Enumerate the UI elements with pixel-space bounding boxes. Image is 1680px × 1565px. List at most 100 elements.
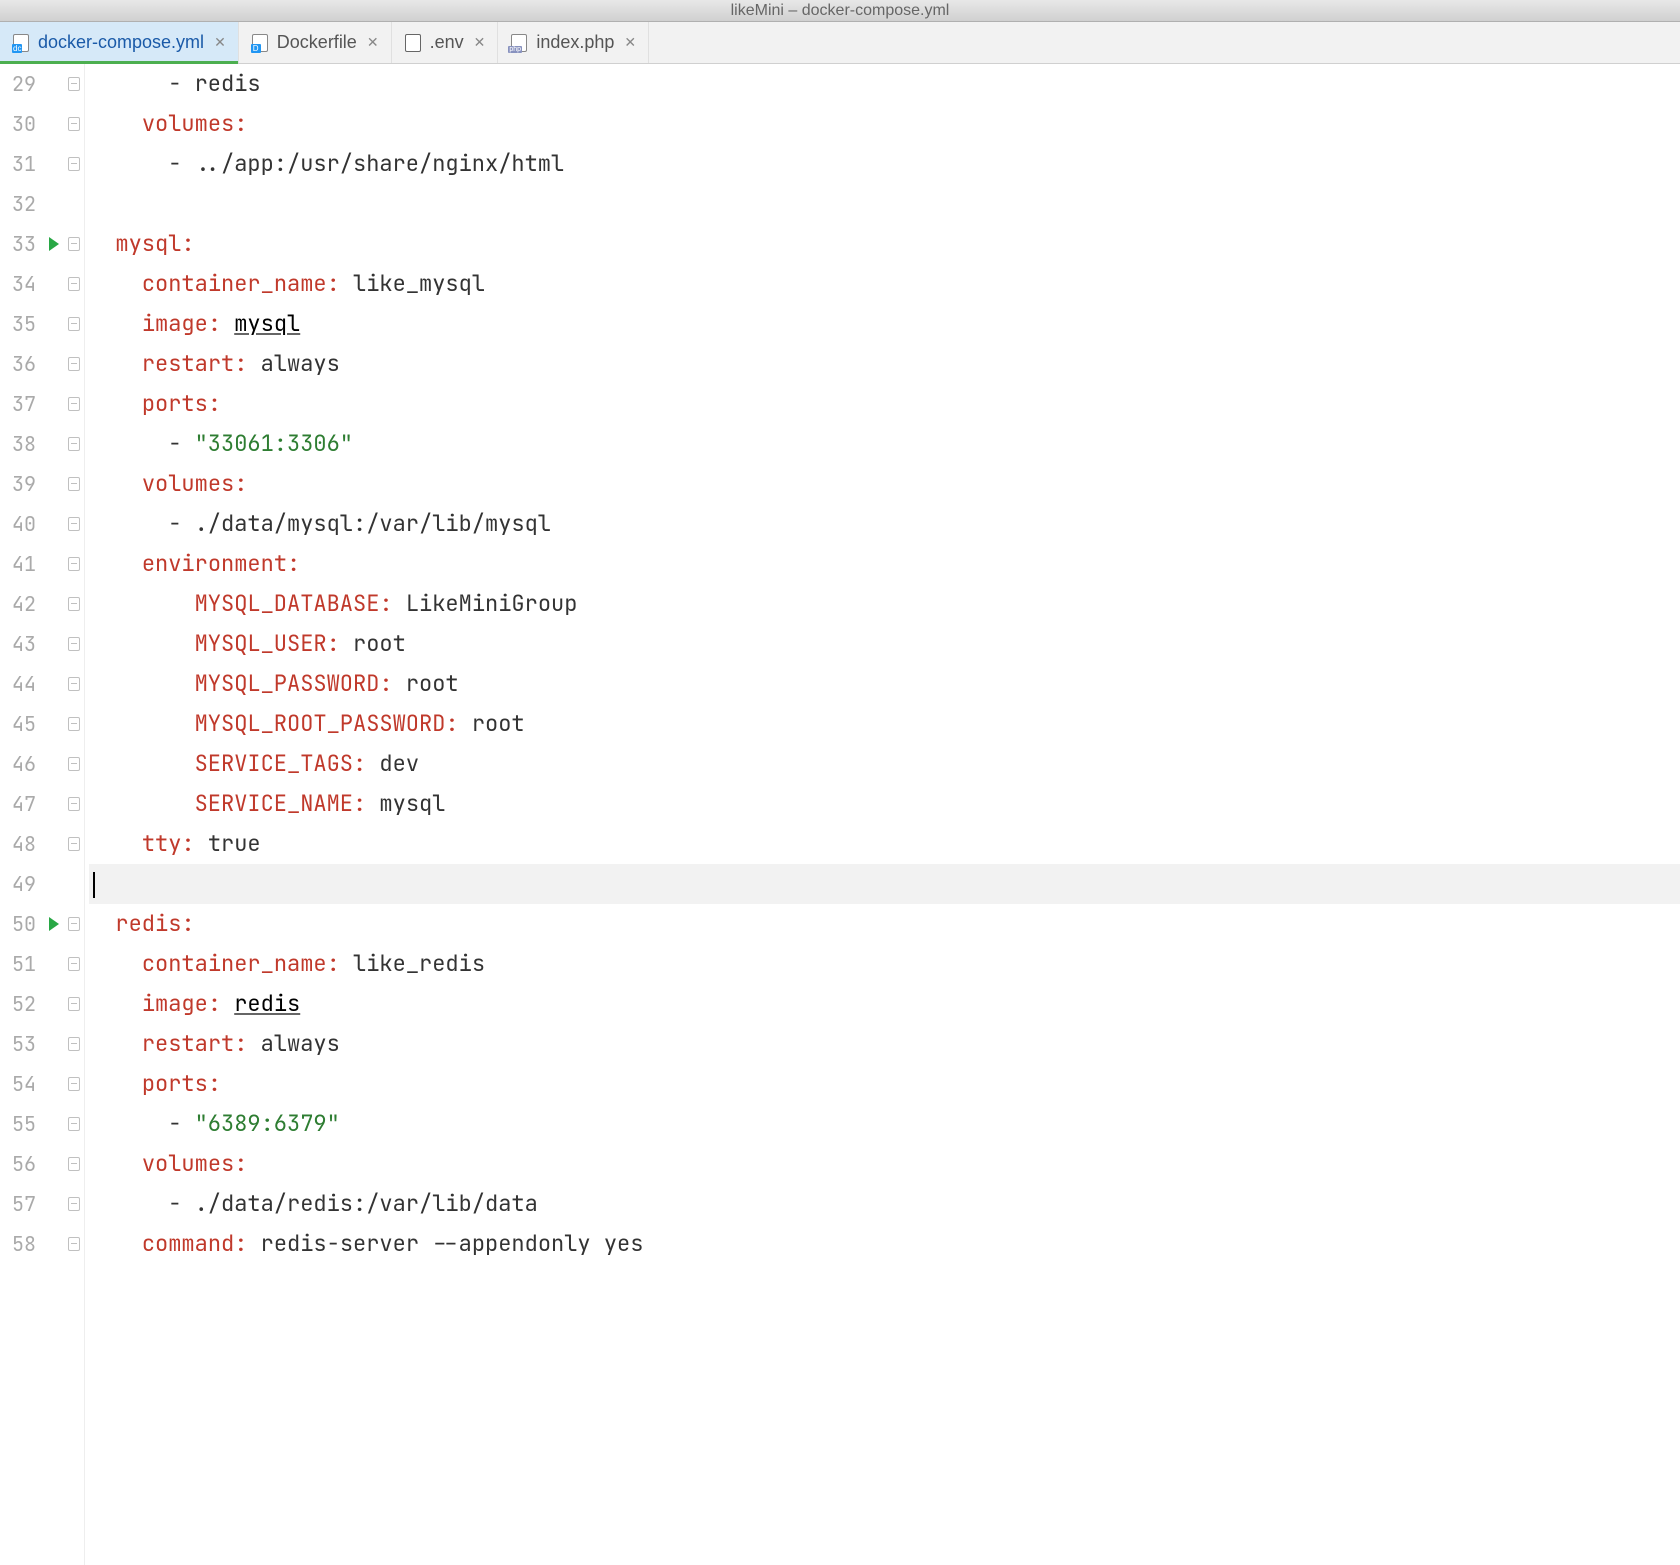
- close-icon[interactable]: ✕: [472, 34, 488, 51]
- fold-icon[interactable]: [68, 1237, 80, 1251]
- fold-gutter[interactable]: [64, 997, 84, 1011]
- code-line[interactable]: ports:: [89, 1064, 1680, 1104]
- fold-icon[interactable]: [68, 277, 80, 291]
- fold-gutter[interactable]: [64, 237, 84, 251]
- code-line[interactable]: environment:: [89, 544, 1680, 584]
- code-line[interactable]: volumes:: [89, 104, 1680, 144]
- code-line[interactable]: SERVICE_TAGS: dev: [89, 744, 1680, 784]
- code-line[interactable]: SERVICE_NAME: mysql: [89, 784, 1680, 824]
- fold-gutter[interactable]: [64, 437, 84, 451]
- code-line[interactable]: command: redis-server --appendonly yes: [89, 1224, 1680, 1264]
- fold-gutter[interactable]: [64, 477, 84, 491]
- fold-gutter[interactable]: [64, 597, 84, 611]
- fold-icon[interactable]: [68, 477, 80, 491]
- code-line[interactable]: MYSQL_ROOT_PASSWORD: root: [89, 704, 1680, 744]
- fold-gutter[interactable]: [64, 317, 84, 331]
- code-line[interactable]: [89, 184, 1680, 224]
- code-line[interactable]: - ../app:/usr/share/nginx/html: [89, 144, 1680, 184]
- fold-icon[interactable]: [68, 1157, 80, 1171]
- code-line[interactable]: tty: true: [89, 824, 1680, 864]
- code-line[interactable]: ports:: [89, 384, 1680, 424]
- fold-gutter[interactable]: [64, 1037, 84, 1051]
- fold-icon[interactable]: [68, 397, 80, 411]
- tab-dockerfile[interactable]: Dockerfile✕: [239, 22, 392, 63]
- fold-gutter[interactable]: [64, 397, 84, 411]
- fold-gutter[interactable]: [64, 1237, 84, 1251]
- fold-gutter[interactable]: [64, 797, 84, 811]
- fold-gutter[interactable]: [64, 157, 84, 171]
- fold-icon[interactable]: [68, 237, 80, 251]
- fold-icon[interactable]: [68, 917, 80, 931]
- code-line[interactable]: redis:: [89, 904, 1680, 944]
- run-icon[interactable]: [49, 917, 59, 931]
- code-line[interactable]: image: redis: [89, 984, 1680, 1024]
- fold-gutter[interactable]: [64, 1197, 84, 1211]
- fold-icon[interactable]: [68, 677, 80, 691]
- fold-icon[interactable]: [68, 317, 80, 331]
- code-line[interactable]: restart: always: [89, 344, 1680, 384]
- fold-icon[interactable]: [68, 1077, 80, 1091]
- code-area[interactable]: - redis volumes: - ../app:/usr/share/ngi…: [85, 64, 1680, 1565]
- fold-gutter[interactable]: [64, 557, 84, 571]
- fold-gutter[interactable]: [64, 357, 84, 371]
- code-line[interactable]: - ./data/mysql:/var/lib/mysql: [89, 504, 1680, 544]
- fold-gutter[interactable]: [64, 917, 84, 931]
- code-line[interactable]: mysql:: [89, 224, 1680, 264]
- tab--env[interactable]: .env✕: [392, 22, 499, 63]
- close-icon[interactable]: ✕: [365, 34, 381, 51]
- code-line[interactable]: image: mysql: [89, 304, 1680, 344]
- code-line[interactable]: MYSQL_PASSWORD: root: [89, 664, 1680, 704]
- fold-icon[interactable]: [68, 597, 80, 611]
- fold-gutter[interactable]: [64, 1077, 84, 1091]
- code-line[interactable]: MYSQL_DATABASE: LikeMiniGroup: [89, 584, 1680, 624]
- fold-icon[interactable]: [68, 757, 80, 771]
- fold-icon[interactable]: [68, 1037, 80, 1051]
- fold-gutter[interactable]: [64, 1157, 84, 1171]
- tab-docker-compose-yml[interactable]: docker-compose.yml✕: [0, 22, 239, 63]
- fold-icon[interactable]: [68, 157, 80, 171]
- fold-icon[interactable]: [68, 997, 80, 1011]
- code-line[interactable]: volumes:: [89, 464, 1680, 504]
- fold-icon[interactable]: [68, 1117, 80, 1131]
- code-line[interactable]: - ./data/redis:/var/lib/data: [89, 1184, 1680, 1224]
- fold-gutter[interactable]: [64, 277, 84, 291]
- fold-icon[interactable]: [68, 437, 80, 451]
- code-line[interactable]: MYSQL_USER: root: [89, 624, 1680, 664]
- fold-gutter[interactable]: [64, 717, 84, 731]
- fold-icon[interactable]: [68, 117, 80, 131]
- code-line[interactable]: restart: always: [89, 1024, 1680, 1064]
- fold-icon[interactable]: [68, 637, 80, 651]
- run-gutter[interactable]: [44, 237, 64, 251]
- code-line[interactable]: - "6389:6379": [89, 1104, 1680, 1144]
- fold-icon[interactable]: [68, 797, 80, 811]
- fold-icon[interactable]: [68, 837, 80, 851]
- fold-gutter[interactable]: [64, 1117, 84, 1131]
- code-line[interactable]: container_name: like_redis: [89, 944, 1680, 984]
- fold-gutter[interactable]: [64, 957, 84, 971]
- fold-gutter[interactable]: [64, 637, 84, 651]
- fold-icon[interactable]: [68, 77, 80, 91]
- close-icon[interactable]: ✕: [212, 34, 228, 51]
- fold-gutter[interactable]: [64, 757, 84, 771]
- fold-icon[interactable]: [68, 357, 80, 371]
- fold-icon[interactable]: [68, 517, 80, 531]
- run-icon[interactable]: [49, 237, 59, 251]
- fold-gutter[interactable]: [64, 77, 84, 91]
- run-gutter[interactable]: [44, 917, 64, 931]
- tab-index-php[interactable]: index.php✕: [498, 22, 649, 63]
- code-line[interactable]: - "33061:3306": [89, 424, 1680, 464]
- fold-gutter[interactable]: [64, 677, 84, 691]
- fold-gutter[interactable]: [64, 117, 84, 131]
- fold-gutter[interactable]: [64, 837, 84, 851]
- code-editor[interactable]: 2930313233343536373839404142434445464748…: [0, 64, 1680, 1565]
- code-line[interactable]: container_name: like_mysql: [89, 264, 1680, 304]
- fold-gutter[interactable]: [64, 517, 84, 531]
- close-icon[interactable]: ✕: [622, 34, 638, 51]
- code-line[interactable]: volumes:: [89, 1144, 1680, 1184]
- code-line[interactable]: - redis: [89, 64, 1680, 104]
- fold-icon[interactable]: [68, 957, 80, 971]
- fold-icon[interactable]: [68, 717, 80, 731]
- code-line[interactable]: [89, 864, 1680, 904]
- fold-icon[interactable]: [68, 1197, 80, 1211]
- fold-icon[interactable]: [68, 557, 80, 571]
